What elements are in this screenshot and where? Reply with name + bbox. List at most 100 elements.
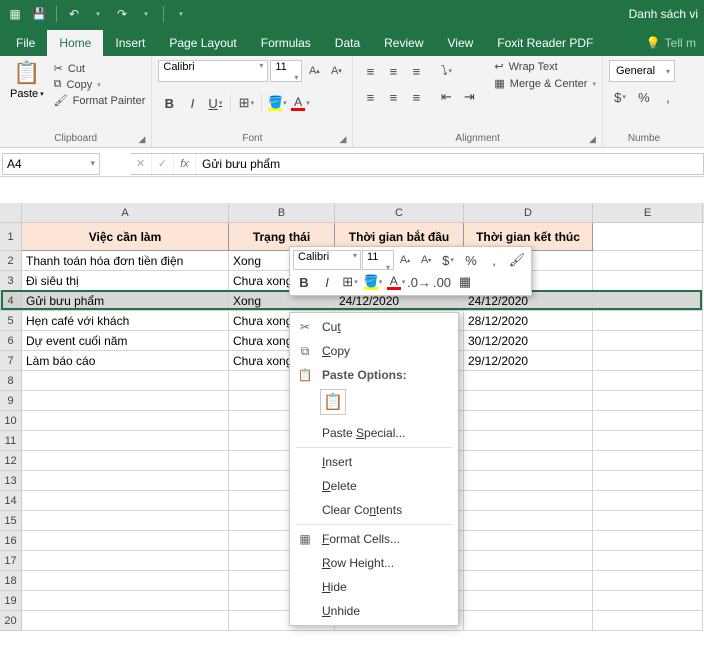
save-button[interactable]: 💾 [28,3,50,25]
mini-decrease-font[interactable]: A▾ [416,250,436,270]
copy-button[interactable]: ⧉Copy▾ [54,78,146,91]
cell-E3[interactable] [593,271,703,291]
enter-formula-button[interactable]: ✓ [152,154,174,174]
tab-foxit[interactable]: Foxit Reader PDF [485,30,605,56]
cell-A15[interactable] [22,511,229,531]
row-header-3[interactable]: 3 [0,271,22,291]
cell-E13[interactable] [593,471,703,491]
cell-A3[interactable]: Đi siêu thị [22,271,229,291]
cell-E20[interactable] [593,611,703,631]
cell-A8[interactable] [22,371,229,391]
decrease-indent-button[interactable]: ⇤ [435,86,457,108]
font-color-button[interactable]: A [289,92,311,114]
col-header-A[interactable]: A [22,203,229,222]
row-header-18[interactable]: 18 [0,571,22,591]
cell-D7[interactable]: 29/12/2020 [464,351,593,371]
cell-E8[interactable] [593,371,703,391]
row-header-11[interactable]: 11 [0,431,22,451]
row-header-14[interactable]: 14 [0,491,22,511]
cell-E10[interactable] [593,411,703,431]
ctx-unhide[interactable]: Unhide [292,599,456,623]
mini-fill-color[interactable]: 🪣 [362,272,384,292]
cell-A9[interactable] [22,391,229,411]
row-header-7[interactable]: 7 [0,351,22,371]
font-name-select[interactable]: Calibri▾ [158,60,268,82]
ctx-paste-button[interactable]: 📋 [320,389,346,415]
ctx-row-height[interactable]: Row Height... [292,551,456,575]
clipboard-dialog-launcher[interactable]: ◢ [138,134,145,145]
number-format-select[interactable]: General▾ [609,60,675,82]
cell-A1[interactable]: Việc cần làm [22,223,229,251]
font-size-select[interactable]: 11▾ [270,60,302,82]
tab-review[interactable]: Review [372,30,435,56]
row-header-10[interactable]: 10 [0,411,22,431]
row-header-6[interactable]: 6 [0,331,22,351]
increase-indent-button[interactable]: ⇥ [458,86,480,108]
tab-insert[interactable]: Insert [103,30,157,56]
align-top-button[interactable]: ≡ [359,60,381,82]
paste-button[interactable]: 📋 Paste▾ [6,60,48,132]
col-header-E[interactable]: E [593,203,703,222]
name-box[interactable]: A4 [2,153,100,175]
ctx-cut[interactable]: ✂Cut [292,315,456,339]
cell-D12[interactable] [464,451,593,471]
cell-E4[interactable] [593,291,703,311]
select-all-corner[interactable] [0,203,22,222]
ctx-hide[interactable]: Hide [292,575,456,599]
mini-inc-decimal[interactable]: .00 [431,272,453,292]
row-header-13[interactable]: 13 [0,471,22,491]
cell-A11[interactable] [22,431,229,451]
redo-dropdown-icon[interactable]: ▾ [135,3,157,25]
row-header-9[interactable]: 9 [0,391,22,411]
insert-function-button[interactable]: fx [174,154,196,174]
cell-E2[interactable] [593,251,703,271]
formula-input[interactable]: Gửi bưu phẩm [196,153,704,175]
undo-button[interactable]: ↶ [63,3,85,25]
row-header-8[interactable]: 8 [0,371,22,391]
cell-E17[interactable] [593,551,703,571]
cell-E6[interactable] [593,331,703,351]
cell-D10[interactable] [464,411,593,431]
underline-button[interactable]: U [204,92,226,114]
mini-increase-font[interactable]: A▴ [395,250,415,270]
borders-button[interactable]: ⊞ [235,92,257,114]
ctx-delete[interactable]: Delete [292,474,456,498]
align-middle-button[interactable]: ≡ [382,60,404,82]
cell-A6[interactable]: Dự event cuối năm [22,331,229,351]
cut-button[interactable]: ✂Cut [54,62,146,75]
italic-button[interactable]: I [181,92,203,114]
format-painter-button[interactable]: 🖌Format Painter [54,94,146,107]
align-left-button[interactable]: ≡ [359,86,381,108]
tab-view[interactable]: View [436,30,486,56]
cell-E1[interactable] [593,223,703,251]
cell-A20[interactable] [22,611,229,631]
bold-button[interactable]: B [158,92,180,114]
tab-formulas[interactable]: Formulas [249,30,323,56]
increase-font-button[interactable]: A▴ [304,60,324,82]
fill-color-button[interactable]: 🪣 [266,92,288,114]
row-header-19[interactable]: 19 [0,591,22,611]
cell-D5[interactable]: 28/12/2020 [464,311,593,331]
cell-A13[interactable] [22,471,229,491]
mini-bold[interactable]: B [293,272,315,292]
row-header-1[interactable]: 1 [0,223,22,251]
comma-format-button[interactable]: , [657,86,679,108]
wrap-text-button[interactable]: ↩Wrap Text [494,60,596,73]
cell-D9[interactable] [464,391,593,411]
cell-E11[interactable] [593,431,703,451]
mini-merge[interactable]: ▦ [454,272,476,292]
cell-E18[interactable] [593,571,703,591]
ctx-insert[interactable]: Insert [292,450,456,474]
mini-accounting[interactable]: $ [437,250,459,270]
cell-A2[interactable]: Thanh toán hóa đơn tiền điện [22,251,229,271]
mini-dec-decimal[interactable]: .0→ [408,272,430,292]
ctx-paste-special[interactable]: Paste Special... [292,421,456,445]
cell-D20[interactable] [464,611,593,631]
row-header-17[interactable]: 17 [0,551,22,571]
cell-A17[interactable] [22,551,229,571]
cell-E5[interactable] [593,311,703,331]
align-bottom-button[interactable]: ≡ [405,60,427,82]
col-header-B[interactable]: B [229,203,335,222]
cell-D14[interactable] [464,491,593,511]
ctx-clear-contents[interactable]: Clear Contents [292,498,456,522]
